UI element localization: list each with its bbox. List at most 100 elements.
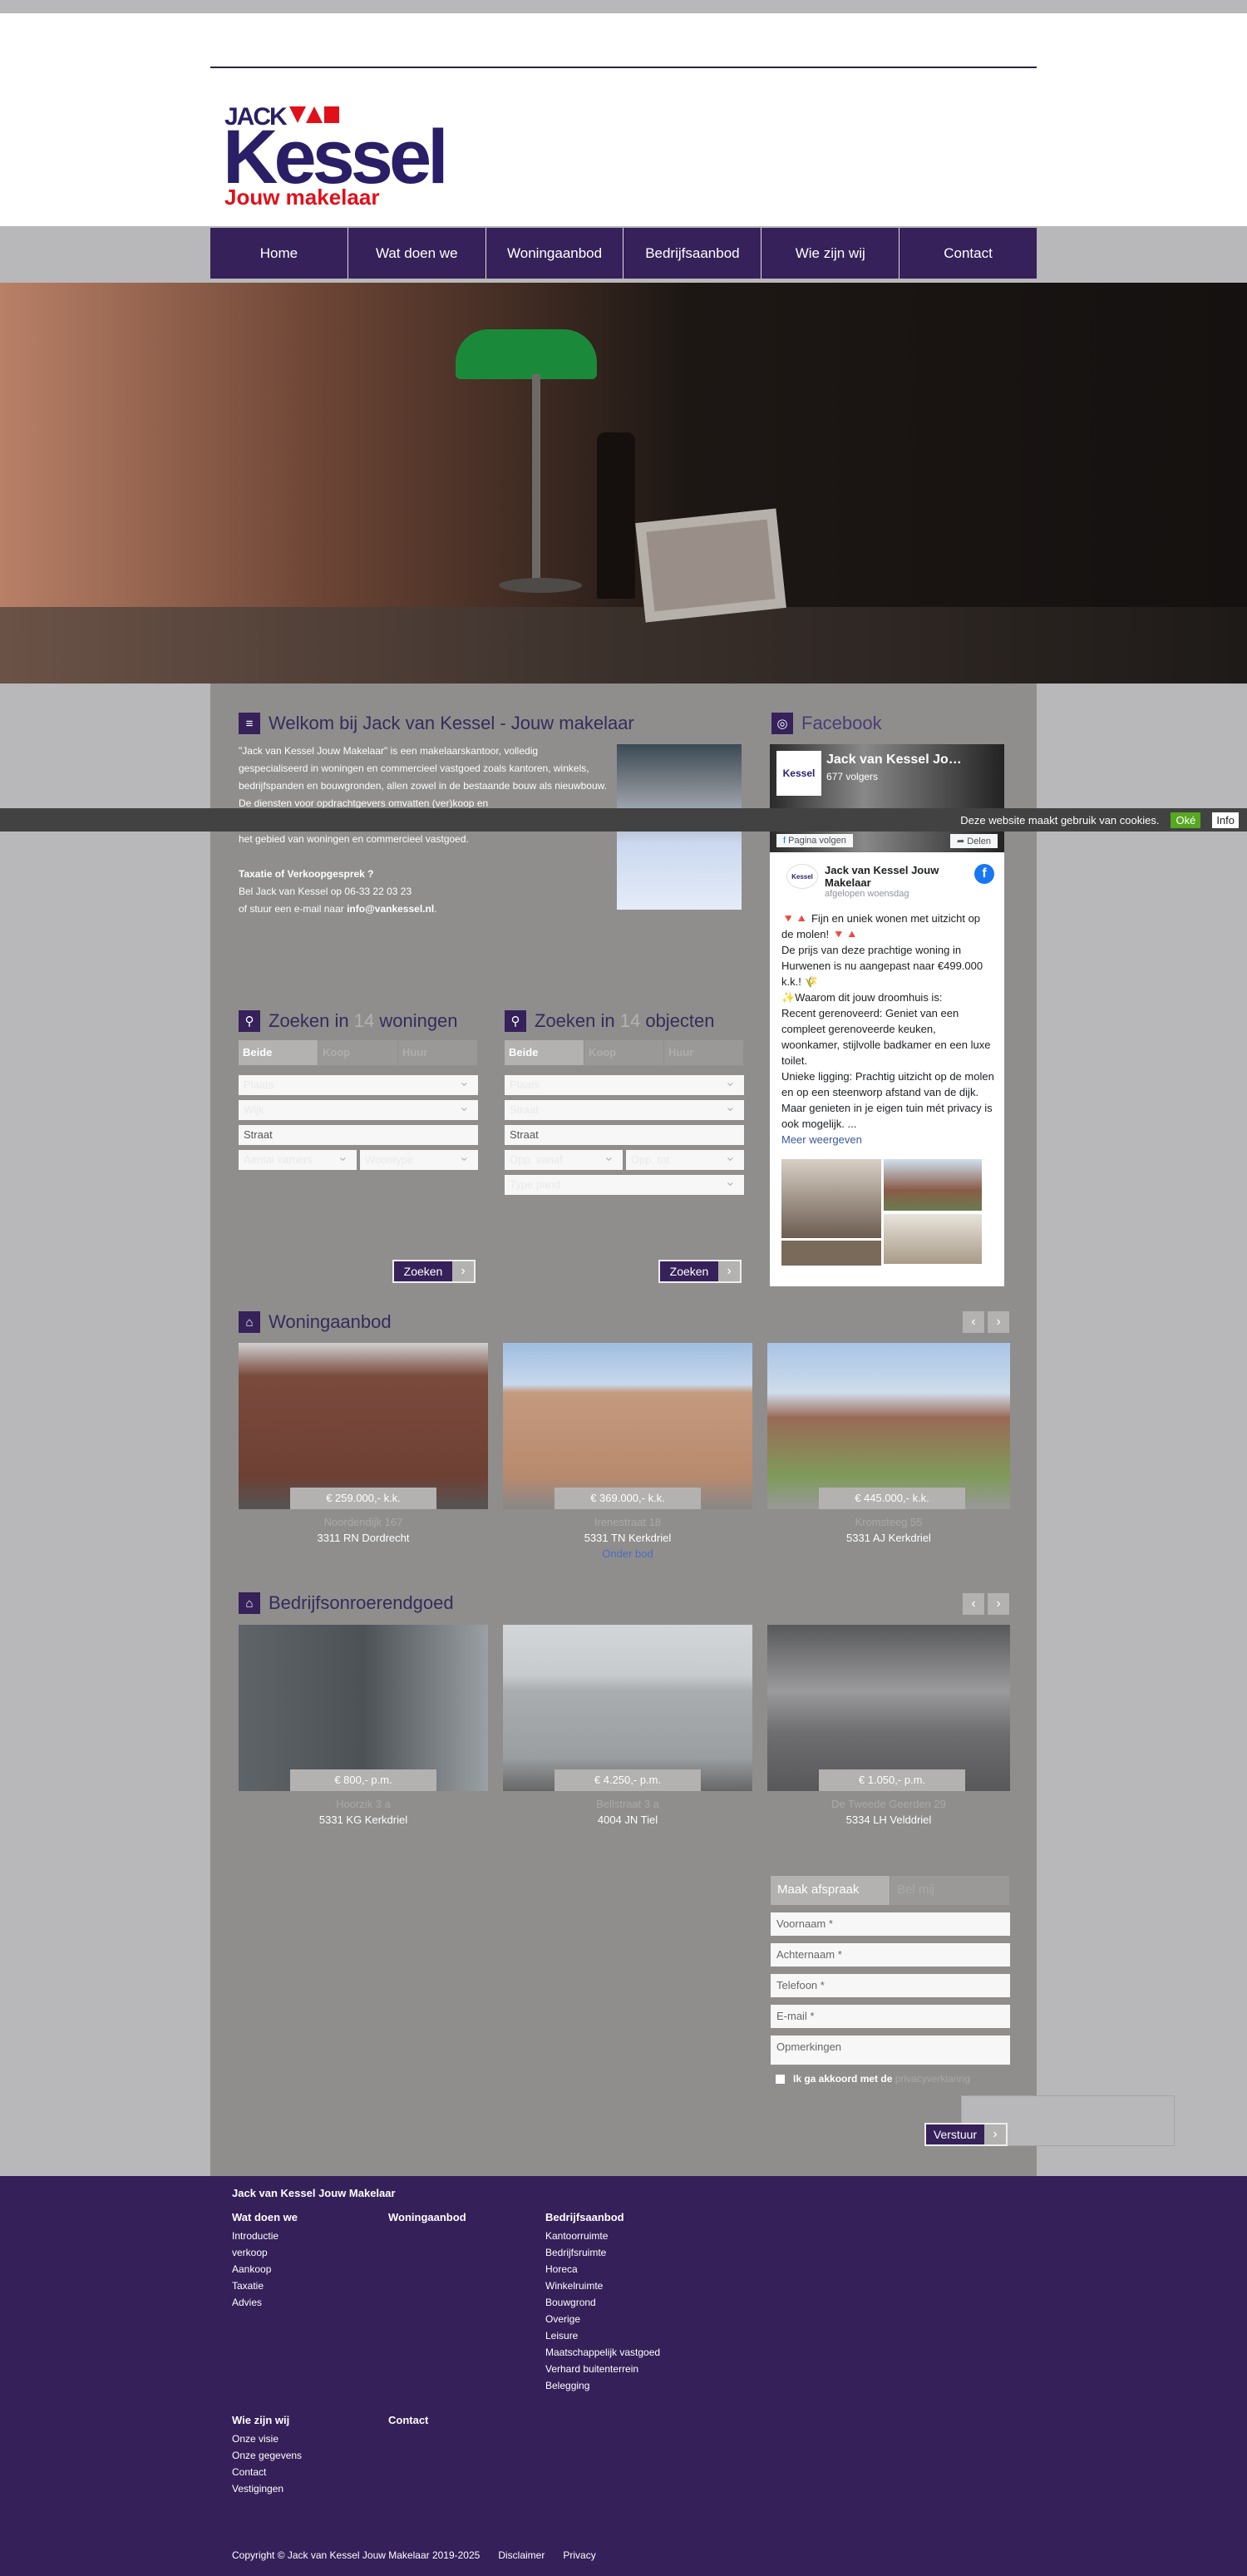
cookie-ok-button[interactable]: Oké [1171,812,1201,828]
footer-col-title[interactable]: Woningaanbod [388,2211,466,2223]
privacy-checkbox[interactable] [776,2074,785,2084]
city: 5334 LH Velddriel [845,1814,932,1826]
wijk-select[interactable]: Wijk [239,1098,478,1120]
footer-col-title[interactable]: Bedrijfsaanbod [545,2211,660,2223]
chevron-left-icon[interactable]: ‹ [963,1311,984,1333]
street: Hoorzik 3 a [336,1798,391,1810]
home-photo: € 369.000,- k.k. [503,1343,752,1509]
area-from-select[interactable]: Opp. vanaf [505,1148,623,1170]
footer-link[interactable]: Bedrijfsruimte [545,2244,660,2261]
home-card[interactable]: € 369.000,- k.k. Irenestraat 18 5331 TN K… [503,1343,752,1560]
search-homes-button[interactable]: Zoeken › [392,1260,476,1283]
post-author[interactable]: Jack van Kessel Jouw Makelaar [825,864,968,889]
top-bar [0,0,1247,13]
type-select[interactable]: Woontype [360,1148,478,1170]
footer-link[interactable]: Horeca [545,2261,660,2277]
footer-col-title[interactable]: Wat doen we [232,2211,298,2223]
street: Bellstraat 3 a [596,1798,659,1810]
submit-button[interactable]: Verstuur › [924,2123,1008,2146]
property-type-select[interactable]: Type pand [505,1173,744,1195]
follow-button[interactable]: f Pagina volgen [776,834,853,847]
nav-contact[interactable]: Contact [899,228,1037,279]
cta-email-link[interactable]: info@vankessel.nl [347,903,434,915]
footer-link[interactable]: Onze visie [232,2430,302,2447]
footer-col-wat-doen-we: Wat doen we Introductie verkoop Aankoop Tax… [232,2211,298,2311]
street-select[interactable]: Straat [505,1098,744,1120]
post-time[interactable]: afgelopen woensdag [825,889,968,899]
nav-wat-doen-we[interactable]: Wat doen we [347,228,485,279]
nav-woningaanbod[interactable]: Woningaanbod [485,228,624,279]
business-card[interactable]: € 800,- p.m. Hoorzik 3 a 5331 KG Kerkdrie… [239,1625,488,1826]
privacy-link[interactable]: privacyverklaring [895,2073,970,2085]
nav-bedrijfsaanbod[interactable]: Bedrijfsaanbod [623,228,761,279]
first-name-input[interactable]: Voornaam * [771,1912,1010,1936]
facebook-logo-icon[interactable]: f [974,864,994,884]
page-name[interactable]: Jack van Kessel Jo… [826,753,962,767]
copyright: Copyright © Jack van Kessel Jouw Makelaa… [232,2549,481,2561]
footer-col-title[interactable]: Wie zijn wij [232,2414,302,2426]
footer-link[interactable]: Advies [232,2294,298,2311]
search-objects-button[interactable]: Zoeken › [658,1260,742,1283]
footer-link[interactable]: Overige [545,2311,660,2327]
email-input[interactable]: E-mail * [771,2005,1010,2028]
search-objects-title: Zoeken in 14 objecten [535,1010,715,1031]
footer-link[interactable]: Bouwgrond [545,2294,660,2311]
phone-input[interactable]: Telefoon * [771,1974,1010,1997]
nav-home[interactable]: Home [210,228,347,279]
tab-koop[interactable]: Koop [318,1040,398,1065]
footer-link[interactable]: Verhard buitenterrein [545,2361,660,2377]
footer-link[interactable]: verkoop [232,2244,298,2261]
tab-huur[interactable]: Huur [398,1040,478,1065]
cookie-info-button[interactable]: Info [1212,812,1239,828]
tab-beide[interactable]: Beide [505,1040,584,1065]
search-icon: ⚲ [505,1010,526,1032]
footer-col-title[interactable]: Contact [388,2414,428,2426]
footer-link[interactable]: Onze gegevens [232,2447,302,2464]
footer-link[interactable]: Introductie [232,2228,298,2244]
footer-link[interactable]: Kantoorruimte [545,2228,660,2244]
price-label: € 4.250,- p.m. [554,1769,701,1791]
street-input[interactable]: Straat [505,1125,744,1145]
last-name-input[interactable]: Achternaam * [771,1943,1010,1967]
business-card[interactable]: € 4.250,- p.m. Bellstraat 3 a 4004 JN Tie… [503,1625,752,1826]
privacy-footer-link[interactable]: Privacy [563,2549,595,2561]
chevron-left-icon[interactable]: ‹ [963,1593,984,1615]
city: 3311 RN Dordrecht [317,1532,410,1544]
footer-link[interactable]: Maatschappelijk vastgoed [545,2344,660,2361]
see-more-link[interactable]: Meer weergeven [781,1132,994,1147]
footer-link[interactable]: Taxatie [232,2277,298,2294]
post-photos[interactable] [781,1159,994,1266]
submit-label: Verstuur [926,2124,984,2144]
tab-huur[interactable]: Huur [664,1040,744,1065]
nav-wie-zijn-wij[interactable]: Wie zijn wij [761,228,899,279]
footer-link[interactable]: Leisure [545,2327,660,2344]
footer-link[interactable]: Vestigingen [232,2480,302,2497]
tab-bel-mij[interactable]: Bel mij [890,1876,1010,1905]
city: 5331 AJ Kerkdriel [846,1532,931,1544]
home-card[interactable]: € 445.000,- k.k. Kromsteeg 55 5331 AJ Ker… [767,1343,1010,1544]
logo[interactable]: JACK Kessel Jouw makelaar [223,101,539,210]
chevron-right-icon[interactable]: › [988,1593,1009,1615]
footer-link[interactable]: Contact [232,2464,302,2480]
plaats-select[interactable]: Plaats [239,1073,478,1095]
share-button[interactable]: ➦ Delen [949,834,998,848]
remarks-textarea[interactable]: Opmerkingen [771,2036,1010,2065]
footer-link[interactable]: Aankoop [232,2261,298,2277]
tab-beide[interactable]: Beide [239,1040,318,1065]
search-objects-panel: ⚲ Zoeken in 14 objecten Beide Koop Huur P… [505,1010,744,1195]
tab-koop[interactable]: Koop [584,1040,664,1065]
home-icon: ⌂ [239,1311,260,1333]
footer-link[interactable]: Winkelruimte [545,2277,660,2294]
chevron-right-icon[interactable]: › [988,1311,1009,1333]
disclaimer-link[interactable]: Disclaimer [498,2549,545,2561]
homes-title: Woningaanbod [269,1311,392,1332]
plaats-select[interactable]: Plaats [505,1073,744,1095]
rooms-select[interactable]: Aantal kamers [239,1148,357,1170]
footer-link[interactable]: Belegging [545,2377,660,2394]
business-card[interactable]: € 1.050,- p.m. De Tweede Geerden 29 5334 … [767,1625,1010,1826]
street-input[interactable]: Straat [239,1125,478,1145]
home-photo: € 259.000,- k.k. [239,1343,488,1509]
area-to-select[interactable]: Opp. tot [626,1148,744,1170]
tab-maak-afspraak[interactable]: Maak afspraak [771,1876,890,1905]
home-card[interactable]: € 259.000,- k.k. Noordendijk 167 3311 RN … [239,1343,488,1544]
